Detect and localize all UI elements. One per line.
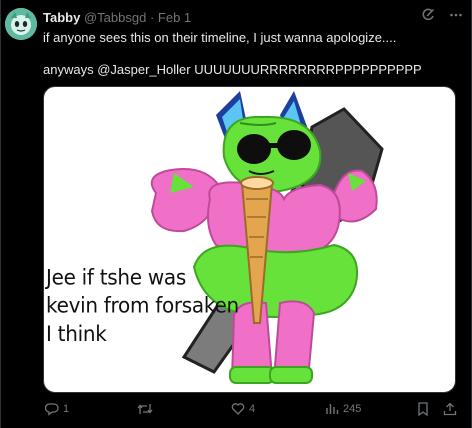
avatar-image [5,8,37,40]
display-name[interactable]: Tabby [43,10,80,25]
views-button[interactable]: 245 [325,402,361,416]
post-text-line-1: if anyone sees this on their timeline, I… [43,30,397,45]
tweet[interactable]: Tabby @Tabbsgd · Feb 1 if anyone sees th… [0,0,472,428]
share-icon [443,402,457,416]
more-icon[interactable] [449,8,463,22]
image-caption: Jee if tshe was kevin from forsaken I th… [46,263,239,347]
share-button[interactable] [443,402,457,416]
like-button[interactable]: 4 [231,402,255,416]
avatar[interactable] [5,8,37,40]
post-text-line-2: anyways @Jasper_Holler UUUUUUURRRRRRRRPP… [43,62,422,77]
post-date[interactable]: Feb 1 [158,10,191,25]
bookmark-button[interactable] [417,402,429,416]
post-header: Tabby @Tabbsgd · Feb 1 [43,10,191,26]
grok-icon[interactable] [421,8,435,22]
retweet-button[interactable] [137,402,157,416]
bookmark-icon [418,402,428,416]
like-icon [231,403,245,415]
separator-dot: · [149,10,155,25]
retweet-icon [137,404,153,414]
caption-line-1: Jee if tshe was [46,264,186,290]
action-bar: 1 4 245 [43,402,463,422]
user-handle[interactable]: @Tabbsgd [84,10,146,25]
reply-count: 1 [63,403,70,415]
reply-button[interactable]: 1 [45,402,69,416]
post-image[interactable]: Jee if tshe was kevin from forsaken I th… [43,86,456,393]
caption-line-2: kevin from forsaken [46,292,239,319]
like-count: 4 [249,403,256,415]
reply-icon [45,403,59,416]
views-count: 245 [343,403,362,415]
caption-line-3: I think [46,320,107,347]
top-actions [421,8,463,22]
views-icon [326,404,339,414]
